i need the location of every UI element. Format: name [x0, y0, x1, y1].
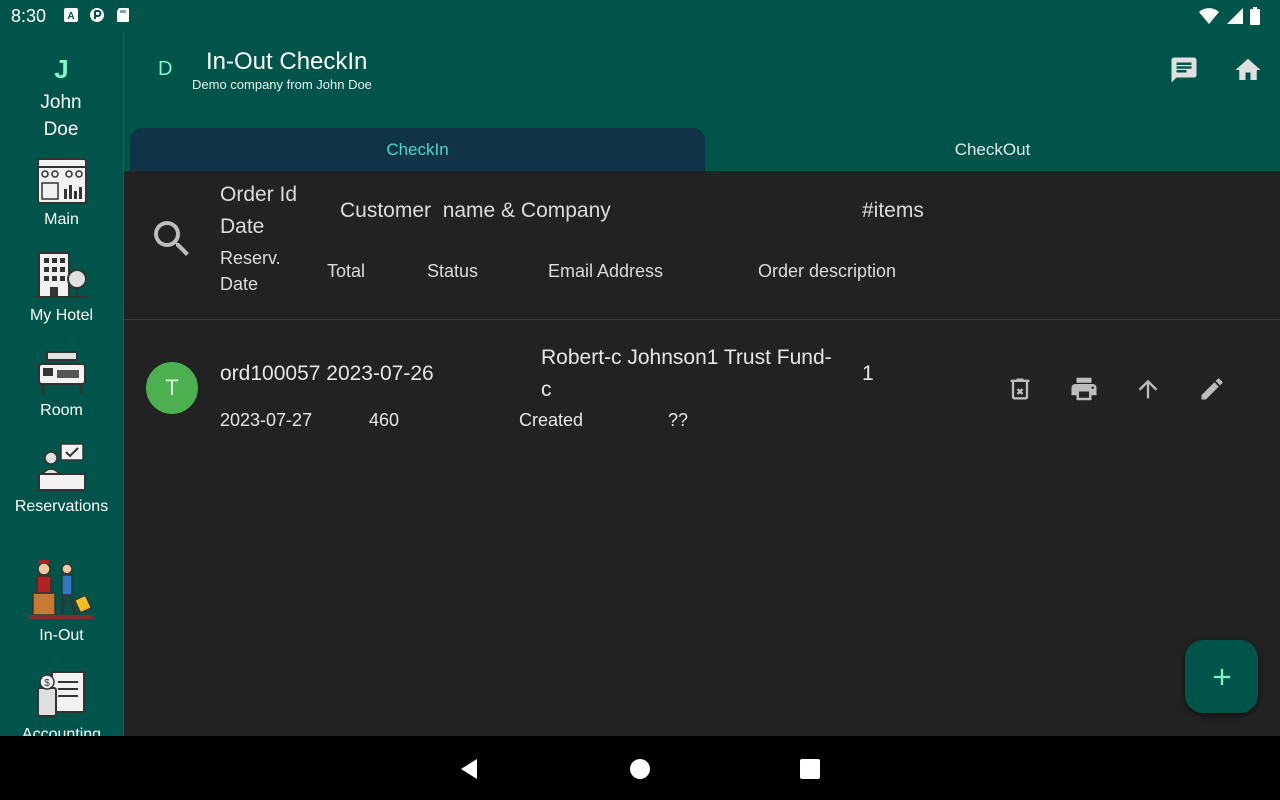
rail-label-room: Room [40, 402, 83, 419]
page-subtitle: Demo company from John Doe [192, 77, 372, 92]
rail-label-main: Main [44, 211, 79, 228]
rail-item-room[interactable]: Room [0, 350, 123, 420]
chat-icon [1171, 57, 1197, 83]
company-initial[interactable]: D [158, 58, 172, 81]
print-button[interactable] [1066, 371, 1102, 407]
order-customer: Robert-c Johnson1 Trust Fund- [541, 346, 832, 369]
page-title: In-Out CheckIn [206, 48, 368, 75]
rail-item-my-hotel[interactable]: My Hotel [0, 249, 123, 325]
status-bar: 8:30 A [0, 0, 1280, 32]
header-date: Date [220, 215, 265, 238]
wifi-icon [1199, 8, 1219, 24]
header-description: Order description [758, 261, 897, 281]
signal-icon [1227, 8, 1243, 24]
svg-text:$: $ [44, 678, 50, 689]
order-customer-cont: c [541, 378, 552, 401]
dashboard-icon [36, 158, 87, 204]
rail-item-accounting[interactable]: $ Accounting [0, 668, 123, 736]
status-time: 8:30 [11, 6, 47, 26]
table-row[interactable]: T ord100057 2023-07-26 Robert-c Johnson1… [124, 320, 1280, 450]
header-email: Email Address [548, 261, 664, 281]
header-status: Status [427, 261, 479, 281]
home-button[interactable] [1230, 52, 1266, 88]
delete-button[interactable] [1002, 371, 1038, 407]
arrow-up-icon [1138, 379, 1158, 399]
app-bar: D In-Out CheckIn Demo company from John … [124, 32, 1280, 171]
nav-home-button[interactable] [627, 756, 653, 782]
user-name[interactable]: John Doe [31, 89, 91, 143]
reservation-desk-icon [37, 443, 86, 491]
hotel-building-icon [34, 252, 89, 298]
print-icon [1071, 377, 1097, 401]
sd-card-icon [117, 8, 129, 22]
rail-label-in-out: In-Out [39, 627, 84, 644]
system-nav-bar [0, 736, 1280, 800]
order-description: ?? [668, 410, 689, 430]
recents-icon [800, 759, 820, 779]
rail-item-reservations[interactable]: Reservations [0, 442, 123, 516]
home-icon [1235, 58, 1261, 80]
rail-item-in-out[interactable]: In-Out [0, 559, 123, 645]
order-total: 460 [369, 410, 400, 430]
back-icon [461, 759, 477, 779]
chat-button[interactable] [1166, 52, 1202, 88]
tab-checkin[interactable]: CheckIn [130, 128, 705, 171]
move-up-button[interactable] [1130, 371, 1166, 407]
header-reserv-date: Date [220, 274, 259, 294]
nav-recents-button[interactable] [797, 756, 823, 782]
order-items: 1 [862, 362, 874, 385]
delete-icon [1010, 378, 1030, 400]
header-total: Total [327, 261, 366, 281]
tab-checkout[interactable]: CheckOut [705, 128, 1280, 171]
user-initial[interactable]: J [0, 54, 123, 85]
plus-icon [1213, 668, 1230, 685]
edit-button[interactable] [1194, 371, 1230, 407]
room-icon [37, 351, 86, 394]
avatar: T [146, 362, 198, 414]
header-customer: Customer name & Company [340, 199, 611, 222]
rail-label-accounting: Accounting [21, 726, 102, 736]
order-reserv-date: 2023-07-27 [220, 410, 313, 430]
navigation-rail: J John Doe Main My Hotel Room Reservatio… [0, 32, 124, 736]
battery-icon [1250, 7, 1260, 25]
bellboy-icon [28, 560, 93, 619]
header-reserv: Reserv. [220, 248, 281, 268]
cloud-sync-icon [90, 8, 104, 22]
rail-item-main[interactable]: Main [0, 157, 123, 229]
header-order-id: Order Id [220, 183, 298, 206]
rail-label-my-hotel: My Hotel [29, 307, 94, 324]
nav-back-button[interactable] [456, 756, 482, 782]
add-order-button[interactable] [1185, 640, 1258, 713]
a-icon: A [64, 8, 78, 22]
tab-bar: CheckIn CheckOut [130, 128, 1280, 171]
order-status: Created [519, 410, 584, 430]
search-icon [154, 221, 189, 256]
list-header: Order Id Date Customer name & Company #i… [124, 171, 1280, 320]
accounting-icon: $ [36, 671, 85, 717]
home-circle-icon [630, 759, 650, 779]
search-button[interactable] [148, 215, 196, 263]
edit-icon [1201, 378, 1223, 400]
rail-label-reservations: Reservations [14, 498, 109, 515]
header-items: #items [862, 199, 924, 222]
order-id-date: ord100057 2023-07-26 [220, 362, 434, 385]
svg-text:A: A [67, 11, 74, 22]
